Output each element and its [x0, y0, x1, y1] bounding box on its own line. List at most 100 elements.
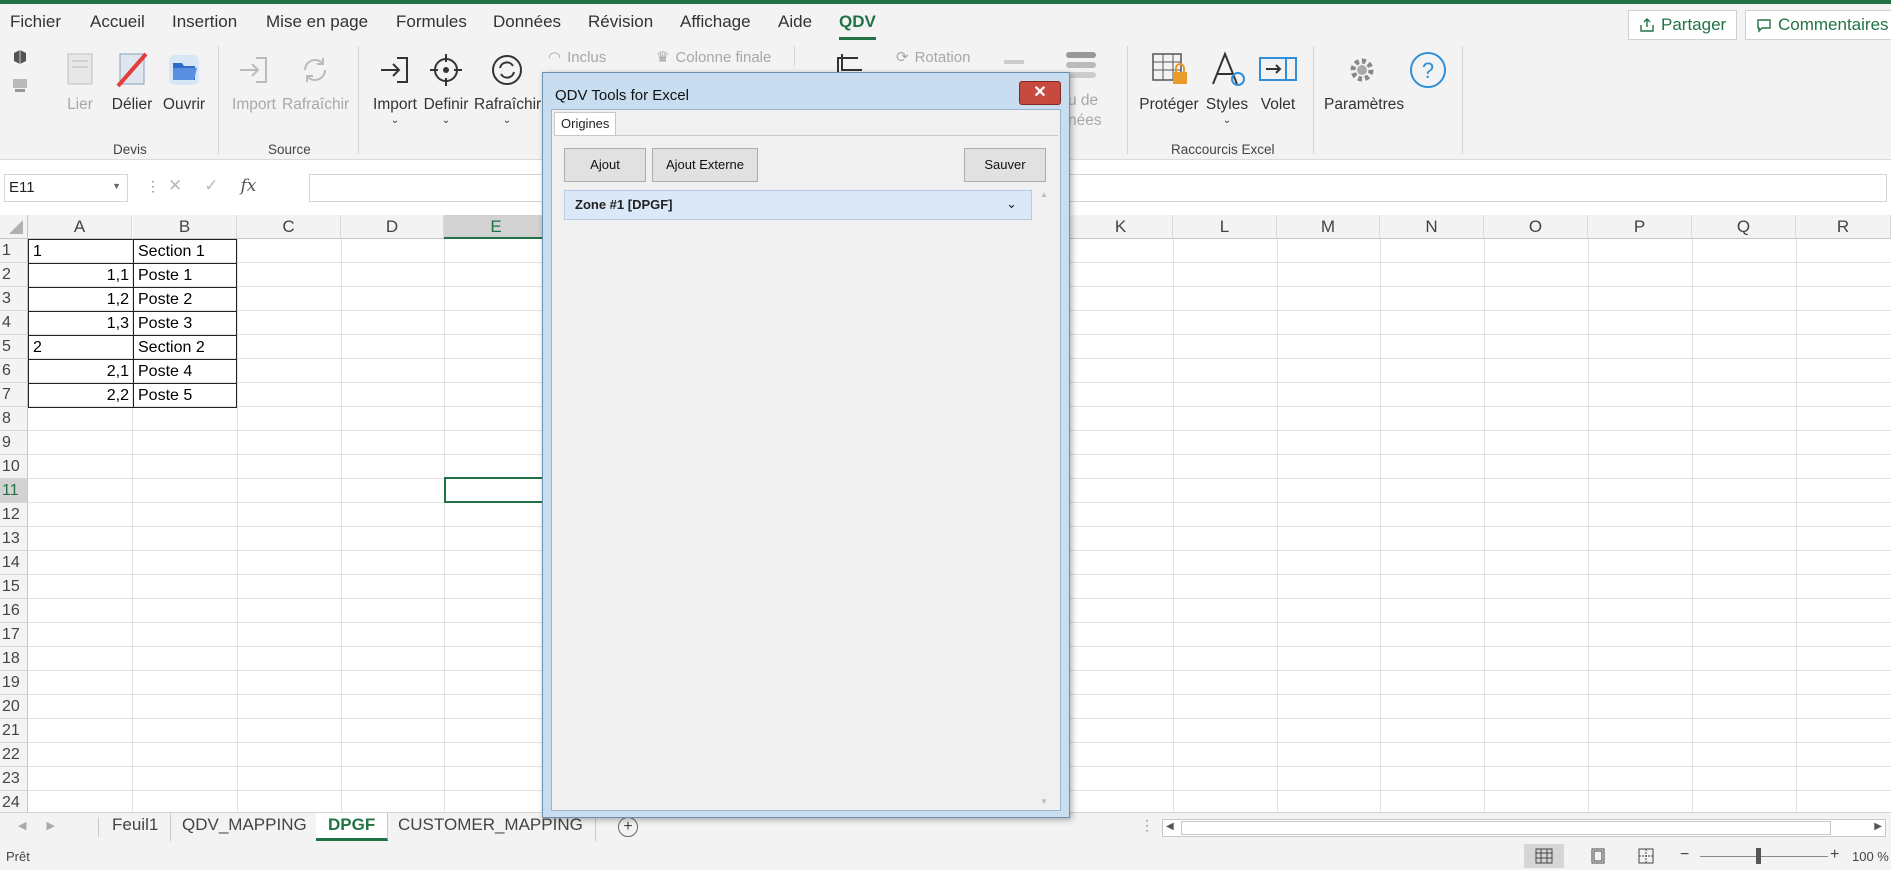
row-header-9[interactable]: 9: [0, 431, 28, 455]
cell-b4[interactable]: Poste 3: [133, 311, 237, 336]
tab-affichage[interactable]: Affichage: [680, 12, 751, 32]
cell-b5[interactable]: Section 2: [133, 335, 237, 360]
tab-revision[interactable]: Révision: [588, 12, 653, 32]
split-handle-icon[interactable]: ⋮: [1140, 817, 1154, 834]
row-header-22[interactable]: 22: [0, 743, 28, 767]
zoom-in-icon[interactable]: +: [1830, 846, 1839, 864]
comments-button[interactable]: Commentaires: [1745, 10, 1891, 40]
proteger-button[interactable]: Protéger: [1136, 50, 1202, 114]
zone-item[interactable]: Zone #1 [DPGF] ⌄: [564, 190, 1032, 220]
cell-b6[interactable]: Poste 4: [133, 359, 237, 384]
cell-a2[interactable]: 1,1: [28, 263, 134, 288]
sheet-tab-feuil1[interactable]: Feuil1: [100, 813, 172, 841]
column-header-r[interactable]: R: [1796, 215, 1891, 239]
cell-b7[interactable]: Poste 5: [133, 383, 237, 408]
column-header-k[interactable]: K: [1069, 215, 1173, 239]
page-break-view-button[interactable]: [1626, 844, 1666, 868]
ajout-externe-button[interactable]: Ajout Externe: [652, 148, 758, 182]
dialog-scrollbar[interactable]: ▲ ▼: [1038, 190, 1052, 806]
tab-formules[interactable]: Formules: [396, 12, 467, 32]
tab-accueil[interactable]: Accueil: [90, 12, 145, 32]
row-header-12[interactable]: 12: [0, 503, 28, 527]
tab-qdv[interactable]: QDV: [839, 12, 876, 40]
row-header-6[interactable]: 6: [0, 359, 28, 383]
cell-b3[interactable]: Poste 2: [133, 287, 237, 312]
rotation-button[interactable]: ⟳ Rotation: [896, 48, 970, 67]
prev-sheet-icon[interactable]: ◀: [18, 819, 26, 832]
parametres-button[interactable]: Paramètres: [1324, 50, 1404, 114]
normal-view-button[interactable]: [1524, 844, 1564, 868]
tab-aide[interactable]: Aide: [778, 12, 812, 32]
tab-fichier[interactable]: Fichier: [10, 12, 61, 32]
import-button[interactable]: Import ⌄: [372, 50, 418, 126]
share-button[interactable]: Partager: [1628, 10, 1738, 40]
row-header-5[interactable]: 5: [0, 335, 28, 359]
cancel-icon[interactable]: ✕: [168, 176, 182, 196]
sheet-tab-dpgf[interactable]: DPGF: [316, 813, 389, 841]
row-header-13[interactable]: 13: [0, 527, 28, 551]
colonne-finale-button[interactable]: ♛ Colonne finale: [656, 48, 771, 67]
cell-a7[interactable]: 2,2: [28, 383, 134, 408]
column-header-d[interactable]: D: [341, 215, 444, 239]
scroll-right-icon[interactable]: ▶: [1874, 821, 1882, 832]
source-import-button[interactable]: Import: [230, 50, 278, 114]
row-header-4[interactable]: 4: [0, 311, 28, 335]
scroll-left-icon[interactable]: ◀: [1166, 821, 1174, 832]
page-layout-view-button[interactable]: [1578, 844, 1618, 868]
cell-b2[interactable]: Poste 1: [133, 263, 237, 288]
tab-mise-en-page[interactable]: Mise en page: [266, 12, 368, 32]
column-header-c[interactable]: C: [237, 215, 341, 239]
selected-cell-e11[interactable]: [444, 477, 550, 503]
tab-insertion[interactable]: Insertion: [172, 12, 237, 32]
network-icon[interactable]: [11, 76, 29, 94]
cell-b1[interactable]: Section 1: [133, 239, 237, 264]
source-rafraichir-button[interactable]: Rafraîchir: [282, 50, 349, 114]
cell-a3[interactable]: 1,2: [28, 287, 134, 312]
row-header-18[interactable]: 18: [0, 647, 28, 671]
scroll-up-icon[interactable]: ▲: [1040, 190, 1048, 199]
styles-button[interactable]: Styles ⌄: [1204, 50, 1250, 126]
zoom-level[interactable]: 100 %: [1852, 849, 1889, 864]
scrollbar-thumb[interactable]: [1181, 821, 1831, 835]
row-header-10[interactable]: 10: [0, 455, 28, 479]
sauver-button[interactable]: Sauver: [964, 148, 1046, 182]
column-header-b[interactable]: B: [133, 215, 237, 239]
column-header-n[interactable]: N: [1380, 215, 1484, 239]
column-header-p[interactable]: P: [1588, 215, 1692, 239]
function-icon[interactable]: fx: [241, 176, 257, 196]
lier-button[interactable]: Lier: [60, 50, 100, 114]
column-header-o[interactable]: O: [1484, 215, 1588, 239]
tab-donnees[interactable]: Données: [493, 12, 561, 32]
ouvrir-button[interactable]: Ouvrir: [162, 50, 206, 114]
cell-a6[interactable]: 2,1: [28, 359, 134, 384]
sheet-tab-qdv-mapping[interactable]: QDV_MAPPING: [170, 813, 320, 841]
ajout-button[interactable]: Ajout: [564, 148, 646, 182]
next-sheet-icon[interactable]: ▶: [46, 819, 54, 832]
column-header-a[interactable]: A: [28, 215, 132, 239]
select-all-button[interactable]: [0, 215, 28, 239]
row-header-19[interactable]: 19: [0, 671, 28, 695]
row-header-23[interactable]: 23: [0, 767, 28, 791]
inclus-button[interactable]: ◠ Inclus: [548, 48, 606, 67]
rafraichir-button[interactable]: Rafraîchir ⌄: [474, 50, 541, 126]
column-header-q[interactable]: Q: [1692, 215, 1796, 239]
cell-a1[interactable]: 1: [28, 239, 134, 264]
row-header-16[interactable]: 16: [0, 599, 28, 623]
name-box[interactable]: E11 ▼: [4, 174, 128, 202]
horizontal-scrollbar[interactable]: ◀ ▶: [1162, 819, 1886, 837]
zoom-out-icon[interactable]: −: [1680, 846, 1689, 864]
row-header-8[interactable]: 8: [0, 407, 28, 431]
row-header-20[interactable]: 20: [0, 695, 28, 719]
row-header-7[interactable]: 7: [0, 383, 28, 407]
zoom-slider-thumb[interactable]: [1756, 848, 1761, 864]
volet-button[interactable]: Volet: [1256, 50, 1300, 114]
definir-button[interactable]: Definir ⌄: [422, 50, 470, 126]
check-icon[interactable]: ✓: [204, 176, 218, 196]
tab-origines[interactable]: Origines: [554, 112, 617, 136]
cell-a5[interactable]: 2: [28, 335, 134, 360]
delier-button[interactable]: Délier: [110, 50, 154, 114]
row-header-15[interactable]: 15: [0, 575, 28, 599]
help-button[interactable]: ?: [1408, 50, 1448, 96]
zoom-slider[interactable]: [1700, 856, 1828, 857]
row-header-3[interactable]: 3: [0, 287, 28, 311]
